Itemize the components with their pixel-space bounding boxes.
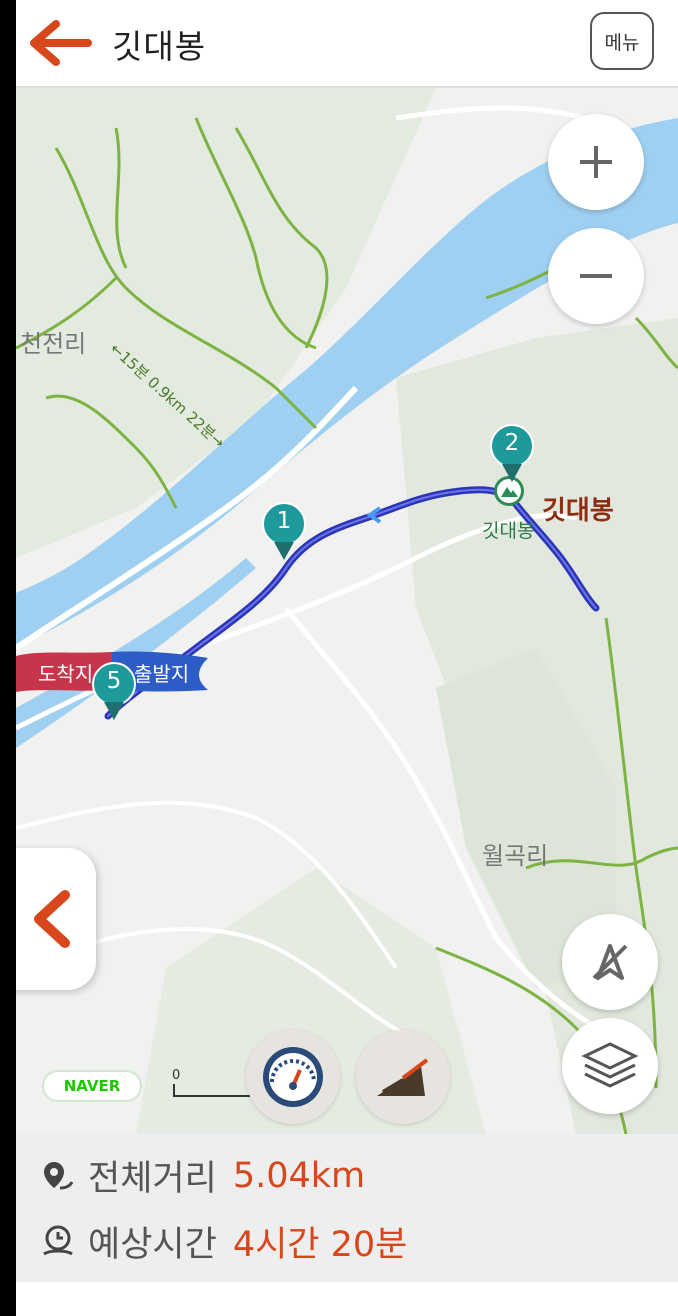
chevron-left-icon (34, 890, 70, 948)
place-label-cheonjeon: 천전리 (20, 330, 87, 358)
speedometer-icon (263, 1047, 323, 1107)
page-title: 깃대봉 (112, 27, 207, 66)
app: 깃대봉 메뉴 천전리 월곡리 깃대봉 깃대봉 ←15분 0.9km 22분→ 도… (16, 0, 678, 1316)
map-view[interactable]: 천전리 월곡리 깃대봉 깃대봉 ←15분 0.9km 22분→ 도착지 출발지 … (16, 88, 678, 1134)
time-label: 예상시간 (88, 1225, 217, 1265)
peak-small-label: 깃대봉 (482, 520, 535, 542)
location-route-icon (44, 1161, 74, 1189)
distance-label: 전체거리 (88, 1159, 217, 1199)
time-row: 예상시간 4시간 20분 (40, 1216, 407, 1267)
naver-logo: NAVER (42, 1070, 142, 1102)
layers-icon (581, 1042, 639, 1088)
plus-icon (580, 146, 612, 178)
zoom-out-button[interactable] (548, 228, 644, 324)
bottom-bar (16, 1282, 678, 1316)
elevation-button[interactable] (356, 1030, 450, 1124)
waypoint-marker-5[interactable]: 5 (90, 662, 138, 728)
minus-icon (580, 274, 612, 278)
compass-off-icon (592, 944, 628, 980)
time-value: 4시간 20분 (232, 1225, 408, 1265)
distance-row: 전체거리 5.04km (40, 1150, 365, 1201)
waypoint-marker-2[interactable]: 2 (488, 424, 536, 490)
screen-edge (0, 0, 16, 1316)
header: 깃대봉 메뉴 (16, 0, 678, 88)
compass-button[interactable] (562, 914, 658, 1010)
banner-arrival: 도착지 (38, 662, 94, 686)
speedometer-button[interactable] (246, 1030, 340, 1124)
elevation-profile-icon (377, 1058, 429, 1096)
back-button[interactable] (30, 18, 92, 68)
distance-value: 5.04km (232, 1155, 366, 1196)
place-label-wolgok: 월곡리 (482, 842, 549, 870)
zoom-in-button[interactable] (548, 114, 644, 210)
peak-name-label: 깃대봉 (542, 496, 614, 526)
menu-button[interactable]: 메뉴 (590, 12, 654, 70)
back-arrow-icon (30, 20, 92, 66)
route-summary: 전체거리 5.04km 예상시간 4시간 20분 (16, 1134, 678, 1282)
side-panel-toggle[interactable] (16, 848, 96, 990)
clock-icon (43, 1225, 73, 1255)
banner-departure: 출발지 (134, 662, 190, 686)
layers-button[interactable] (562, 1018, 658, 1114)
waypoint-marker-1[interactable]: 1 (260, 502, 308, 568)
